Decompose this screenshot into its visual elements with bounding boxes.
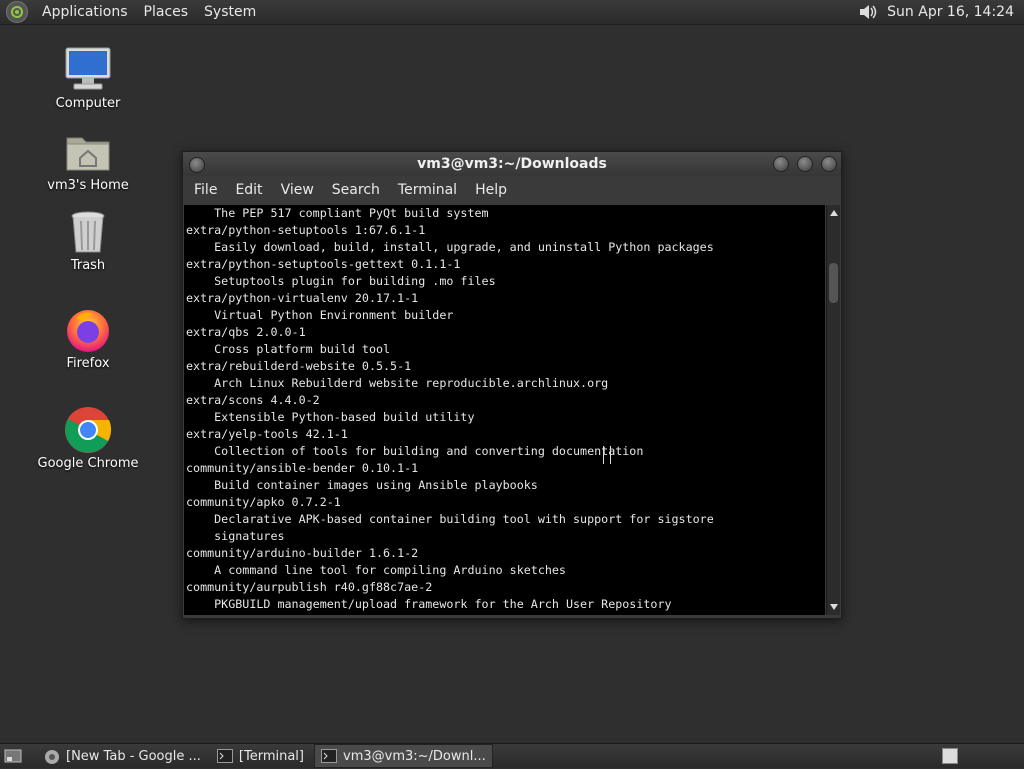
menu-help[interactable]: Help xyxy=(466,182,516,198)
desktop-icon-label: Firefox xyxy=(66,356,110,371)
chrome-icon xyxy=(44,749,60,764)
window-menubar: File Edit View Search Terminal Help xyxy=(183,176,841,204)
desktop-icon-chrome[interactable]: Google Chrome xyxy=(33,406,143,471)
top-panel: Applications Places System Sun Apr 16, 1… xyxy=(0,0,1024,25)
clock[interactable]: Sun Apr 16, 14:24 xyxy=(887,4,1014,20)
text-cursor-icon xyxy=(603,446,611,464)
show-desktop-icon[interactable] xyxy=(4,748,22,764)
bottom-panel: [New Tab - Google ... [Terminal] vm3@vm3… xyxy=(0,743,1024,768)
terminal-scrollbar[interactable] xyxy=(826,205,840,615)
volume-icon[interactable] xyxy=(857,2,879,22)
desktop-icon-trash[interactable]: Trash xyxy=(33,208,143,273)
taskbar-item-downloads-terminal[interactable]: vm3@vm3:~/Downl... xyxy=(314,744,493,768)
terminal-text: The PEP 517 compliant PyQt build system … xyxy=(186,206,714,611)
workspace-switcher[interactable] xyxy=(942,748,958,764)
chrome-icon xyxy=(64,406,112,454)
desktop-icon-label: vm3's Home xyxy=(47,178,129,193)
minimize-button[interactable] xyxy=(773,156,789,172)
desktop-icon-computer[interactable]: Computer xyxy=(33,46,143,111)
menu-view[interactable]: View xyxy=(272,182,323,198)
close-button[interactable] xyxy=(821,156,837,172)
distro-logo-icon[interactable] xyxy=(6,1,28,23)
menu-file[interactable]: File xyxy=(185,182,226,198)
taskbar-item-label: [New Tab - Google ... xyxy=(66,748,201,764)
firefox-icon xyxy=(64,306,112,354)
menu-search[interactable]: Search xyxy=(323,182,389,198)
terminal-window[interactable]: vm3@vm3:~/Downloads File Edit View Searc… xyxy=(182,151,842,619)
desktop-icon-home[interactable]: vm3's Home xyxy=(33,128,143,193)
menu-applications[interactable]: Applications xyxy=(34,4,136,20)
maximize-button[interactable] xyxy=(797,156,813,172)
desktop-icon-label: Computer xyxy=(55,96,121,111)
window-titlebar[interactable]: vm3@vm3:~/Downloads xyxy=(183,152,841,176)
desktop-icon-label: Trash xyxy=(70,258,106,273)
desktop-icon-firefox[interactable]: Firefox xyxy=(33,306,143,371)
taskbar-item-label: vm3@vm3:~/Downl... xyxy=(343,748,486,764)
home-folder-icon xyxy=(64,128,112,176)
taskbar-item-label: [Terminal] xyxy=(238,748,304,764)
terminal-icon xyxy=(321,749,337,763)
computer-icon xyxy=(64,46,112,94)
desktop-icon-label: Google Chrome xyxy=(37,456,139,471)
taskbar-item-chrome[interactable]: [New Tab - Google ... xyxy=(38,745,207,767)
trash-icon xyxy=(64,208,112,256)
terminal-icon xyxy=(216,749,233,763)
window-menu-button[interactable] xyxy=(189,157,205,173)
terminal-output[interactable]: The PEP 517 compliant PyQt build system … xyxy=(184,205,825,615)
menu-edit[interactable]: Edit xyxy=(226,182,271,198)
scroll-down-icon[interactable] xyxy=(830,604,838,610)
window-title: vm3@vm3:~/Downloads xyxy=(417,156,607,172)
scroll-up-icon[interactable] xyxy=(830,210,838,216)
menu-system[interactable]: System xyxy=(196,4,264,20)
menu-places[interactable]: Places xyxy=(136,4,197,20)
scrollbar-thumb[interactable] xyxy=(829,263,838,303)
taskbar-item-terminal[interactable]: [Terminal] xyxy=(211,745,310,767)
menu-terminal[interactable]: Terminal xyxy=(389,182,466,198)
